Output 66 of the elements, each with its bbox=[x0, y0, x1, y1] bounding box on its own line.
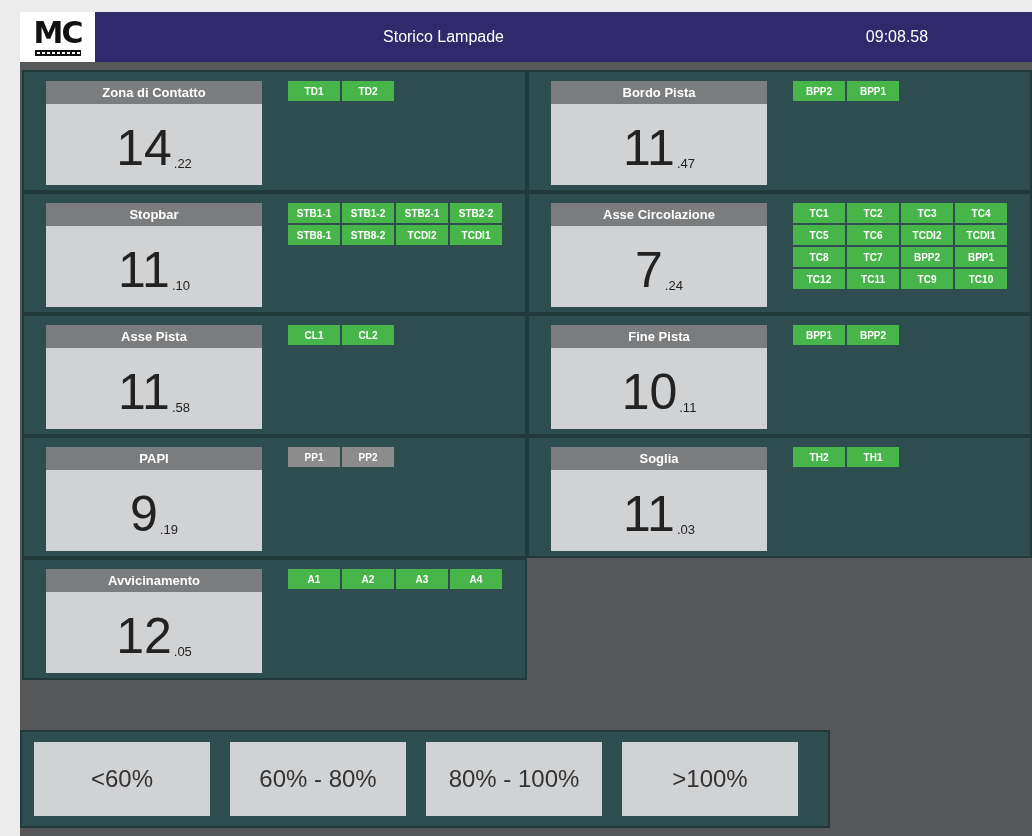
lamp-button[interactable]: BPP1 bbox=[955, 247, 1007, 267]
lamp-button[interactable]: PP2 bbox=[342, 447, 394, 467]
lamp-button[interactable]: CL1 bbox=[288, 325, 340, 345]
lamp-button[interactable]: BPP2 bbox=[793, 81, 845, 101]
card-title: Soglia bbox=[551, 447, 767, 470]
lamp-value: 7.24 bbox=[634, 241, 684, 300]
lamp-button[interactable]: A4 bbox=[450, 569, 502, 589]
lamp-button[interactable]: TC11 bbox=[847, 269, 899, 289]
lamp-button[interactable]: TD2 bbox=[342, 81, 394, 101]
lamp-button[interactable]: CL2 bbox=[342, 325, 394, 345]
lamp-button[interactable]: A2 bbox=[342, 569, 394, 589]
lamp-value: 14.22 bbox=[115, 119, 193, 178]
lamp-value: 9.19 bbox=[129, 485, 179, 544]
lamp-button[interactable]: TC1 bbox=[793, 203, 845, 223]
lamp-value: 11.10 bbox=[117, 241, 191, 300]
filter-button[interactable]: <60% bbox=[34, 742, 210, 816]
lamp-button[interactable]: TC7 bbox=[847, 247, 899, 267]
lamp-button[interactable]: TCDI2 bbox=[901, 225, 953, 245]
lamp-button[interactable]: STB8-1 bbox=[288, 225, 340, 245]
lamp-value: 11.58 bbox=[117, 363, 191, 422]
lamp-button[interactable]: TC6 bbox=[847, 225, 899, 245]
card-title: Bordo Pista bbox=[551, 81, 767, 104]
lamp-button[interactable]: TCDI1 bbox=[450, 225, 502, 245]
lamp-button[interactable]: TC10 bbox=[955, 269, 1007, 289]
filter-button[interactable]: 60% - 80% bbox=[230, 742, 406, 816]
card-title: Avvicinamento bbox=[46, 569, 262, 592]
lamp-value: 12.05 bbox=[115, 607, 193, 666]
lamp-value: 10.11 bbox=[620, 363, 698, 422]
card-title: Fine Pista bbox=[551, 325, 767, 348]
lamp-button[interactable]: TC5 bbox=[793, 225, 845, 245]
lamp-button[interactable]: TH2 bbox=[793, 447, 845, 467]
lamp-button[interactable]: STB2-2 bbox=[450, 203, 502, 223]
lamp-button[interactable]: BPP2 bbox=[847, 325, 899, 345]
card-title: PAPI bbox=[46, 447, 262, 470]
lamp-button[interactable]: A3 bbox=[396, 569, 448, 589]
lamp-button[interactable]: TD1 bbox=[288, 81, 340, 101]
lamp-button[interactable]: TC9 bbox=[901, 269, 953, 289]
lamp-button[interactable]: TC3 bbox=[901, 203, 953, 223]
logo-text: MC bbox=[33, 18, 82, 48]
filter-button[interactable]: >100% bbox=[622, 742, 798, 816]
lamp-button[interactable]: PP1 bbox=[288, 447, 340, 467]
card-title: Asse Circolazione bbox=[551, 203, 767, 226]
lamp-button[interactable]: STB1-1 bbox=[288, 203, 340, 223]
card-title: Stopbar bbox=[46, 203, 262, 226]
card-title: Asse Pista bbox=[46, 325, 262, 348]
lamp-button[interactable]: BPP1 bbox=[847, 81, 899, 101]
page-title: Storico Lampade bbox=[382, 27, 505, 47]
lamp-button[interactable]: BPP2 bbox=[901, 247, 953, 267]
lamp-value: 11.03 bbox=[622, 485, 696, 544]
lamp-button[interactable]: STB2-1 bbox=[396, 203, 448, 223]
lamp-button[interactable]: TC2 bbox=[847, 203, 899, 223]
lamp-button[interactable]: TH1 bbox=[847, 447, 899, 467]
card-title: Zona di Contatto bbox=[46, 81, 262, 104]
clock-time: 09:08.58 bbox=[864, 27, 930, 47]
lamp-button[interactable]: TC12 bbox=[793, 269, 845, 289]
film-strip-icon bbox=[34, 50, 81, 56]
lamp-button[interactable]: A1 bbox=[288, 569, 340, 589]
lamp-button[interactable]: TCDI1 bbox=[955, 225, 1007, 245]
lamp-button[interactable]: BPP1 bbox=[793, 325, 845, 345]
lamp-button[interactable]: STB8-2 bbox=[342, 225, 394, 245]
lamp-button[interactable]: TC8 bbox=[793, 247, 845, 267]
lamp-value: 11.47 bbox=[622, 119, 696, 178]
lamp-button[interactable]: STB1-2 bbox=[342, 203, 394, 223]
lamp-button[interactable]: TCDI2 bbox=[396, 225, 448, 245]
lamp-button[interactable]: TC4 bbox=[955, 203, 1007, 223]
filter-button[interactable]: 80% - 100% bbox=[426, 742, 602, 816]
